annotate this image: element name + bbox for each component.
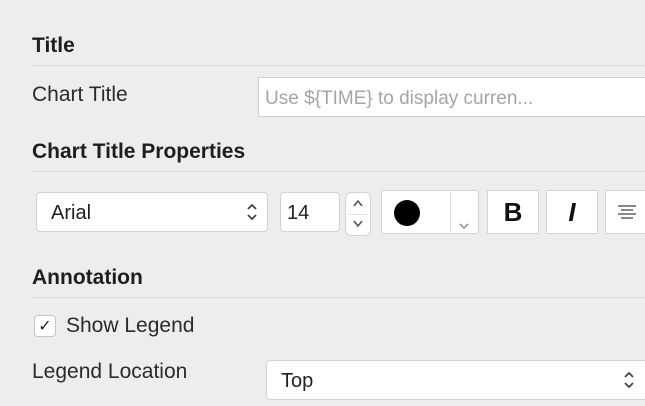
show-legend-checkbox[interactable]: ✓ (34, 315, 56, 337)
color-swatch (394, 200, 420, 226)
legend-location-label: Legend Location (32, 360, 188, 383)
legend-location-value: Top (281, 370, 314, 392)
chart-properties-panel: Title Chart Title Use ${TIME} to display… (0, 0, 645, 406)
chevron-up-down-icon (622, 367, 636, 393)
legend-location-select[interactable]: Top (266, 360, 645, 400)
chevron-up-down-icon (245, 199, 259, 225)
bold-button[interactable]: B (487, 190, 539, 234)
font-family-value: Arial (51, 202, 92, 224)
chart-title-properties-heading: Chart Title Properties (32, 140, 246, 163)
section-divider (32, 297, 645, 298)
align-center-button[interactable] (605, 190, 645, 234)
dropdown-caret-icon[interactable] (458, 222, 470, 230)
show-legend-row[interactable]: ✓ Show Legend (34, 314, 194, 338)
section-divider (32, 171, 645, 172)
show-legend-label: Show Legend (66, 314, 195, 337)
italic-button[interactable]: I (546, 190, 598, 234)
chart-title-input[interactable]: Use ${TIME} to display curren... (258, 77, 645, 117)
section-divider (32, 65, 645, 66)
font-size-stepper[interactable] (345, 192, 371, 236)
font-size-value: 14 (287, 202, 310, 224)
color-well-separator (450, 192, 451, 232)
stepper-divider (349, 214, 367, 215)
chart-title-label: Chart Title (32, 83, 128, 106)
align-center-icon (618, 205, 636, 219)
title-section-heading: Title (32, 34, 75, 57)
font-size-field[interactable]: 14 (280, 192, 340, 232)
font-family-select[interactable]: Arial (36, 192, 268, 232)
annotation-heading: Annotation (32, 266, 143, 289)
stepper-down-icon[interactable] (352, 219, 364, 229)
stepper-up-icon[interactable] (352, 198, 364, 208)
